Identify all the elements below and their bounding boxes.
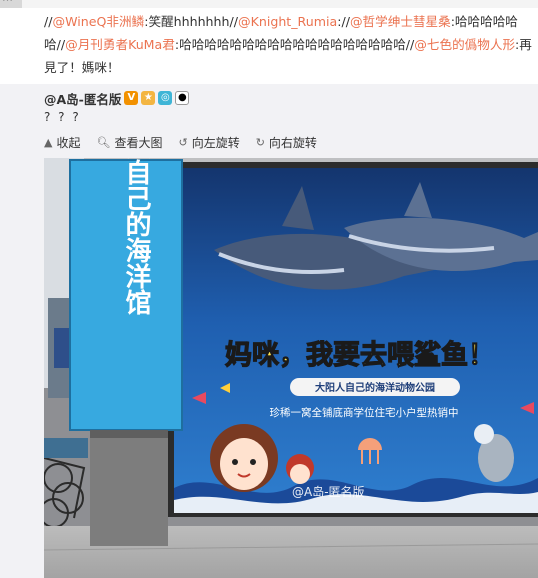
post-photo[interactable]: 妈咪，我要去喂鲨鱼！ 大阳人自己的海洋动物公园 珍稀一窝全铺底商学位住宅小户型热… <box>44 158 538 578</box>
image-toolbar: ▲ 收起 🔍︎ 查看大图 ↺ 向左旋转 ↻ 向右旋转 <box>44 132 333 152</box>
pillar-sign-text: 大阳人自己的海洋馆 <box>121 158 151 316</box>
billboard-subline: 珍稀一窝全铺底商学位住宅小户型热销中 <box>270 406 459 419</box>
rotate-right-button[interactable]: ↻ 向右旋转 <box>256 134 317 151</box>
panda-badge-icon: ● <box>175 91 190 105</box>
mention-link[interactable]: @WineQ非洲鳞 <box>53 14 145 29</box>
billboard-ribbon: 大阳人自己的海洋动物公园 <box>315 381 435 394</box>
view-large-label: 查看大图 <box>114 135 163 150</box>
repost-text: :// <box>337 14 350 29</box>
original-author-link[interactable]: @A岛-匿名版 <box>44 89 121 108</box>
original-post-text: ? ? ? <box>44 110 81 124</box>
truncated-header-text: … <box>2 0 13 4</box>
repost-text: :笑醒hhhhhhh// <box>144 14 238 29</box>
original-post-header: @A岛-匿名版 V ★ ◎ ● <box>44 88 190 108</box>
rotate-left-label: 向左旋转 <box>191 135 240 150</box>
mention-link[interactable]: @哲学绅士彗星桑 <box>350 14 451 29</box>
collapse-button[interactable]: ▲ 收起 <box>44 134 80 151</box>
magnify-icon: 🔍︎ <box>96 135 111 149</box>
rotate-right-label: 向右旋转 <box>268 135 317 150</box>
mention-link[interactable]: @月刊勇者KuMa君 <box>65 37 175 52</box>
eye-badge-icon: ◎ <box>158 91 173 105</box>
photo-watermark: @A岛-匿名版 <box>292 484 365 499</box>
repost-text: :哈哈哈哈哈哈哈哈哈哈哈哈哈哈哈哈哈哈// <box>174 37 415 52</box>
collapse-icon: ▲ <box>44 135 53 149</box>
view-large-button[interactable]: 🔍︎ 查看大图 <box>96 134 162 151</box>
repost-comment-chain: //@WineQ非洲鳞:笑醒hhhhhhh//@Knight_Rumia://@… <box>44 10 534 79</box>
verified-badge-icon: V <box>124 91 139 105</box>
mention-link[interactable]: @七色的僞物人形 <box>414 37 515 52</box>
rotate-left-button[interactable]: ↺ 向左旋转 <box>178 134 239 151</box>
collapse-label: 收起 <box>56 135 81 150</box>
member-badge-icon: ★ <box>141 91 156 105</box>
photo-scene: 妈咪，我要去喂鲨鱼！ 大阳人自己的海洋动物公园 珍稀一窝全铺底商学位住宅小户型热… <box>44 158 538 578</box>
billboard-headline: 妈咪，我要去喂鲨鱼！ <box>225 340 495 371</box>
rotate-right-icon: ↻ <box>255 135 265 149</box>
previous-post-strip: … <box>0 0 538 8</box>
mention-link[interactable]: @Knight_Rumia <box>238 14 337 29</box>
rotate-left-icon: ↺ <box>178 135 188 149</box>
repost-text: // <box>44 14 53 29</box>
